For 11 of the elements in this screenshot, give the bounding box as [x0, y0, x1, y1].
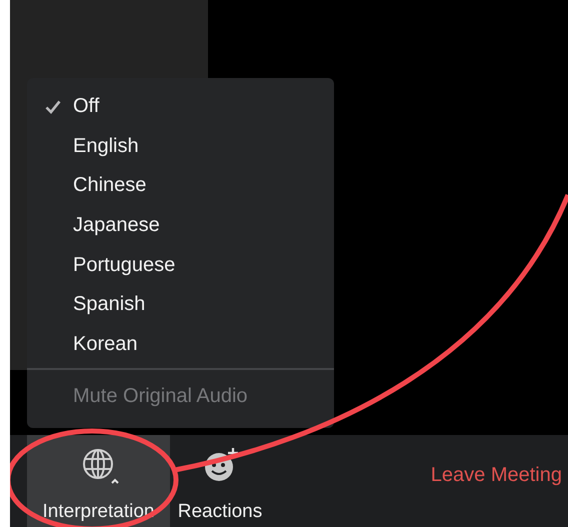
globe-icon	[80, 447, 120, 485]
reactions-button[interactable]: Reactions	[170, 435, 270, 527]
menu-item[interactable]: Japanese	[27, 206, 334, 246]
menu-item[interactable]: Off	[27, 87, 334, 127]
menu-item[interactable]: Spanish	[27, 284, 334, 325]
leave-meeting-button[interactable]: Leave Meeting	[430, 464, 562, 486]
menu-item[interactable]: Korean	[27, 324, 334, 364]
interpretation-button[interactable]: Interpretation	[27, 435, 170, 527]
menu-item[interactable]: Chinese	[27, 166, 334, 206]
menu-item[interactable]: Portuguese	[27, 245, 334, 285]
menu-item[interactable]: English	[27, 126, 334, 166]
